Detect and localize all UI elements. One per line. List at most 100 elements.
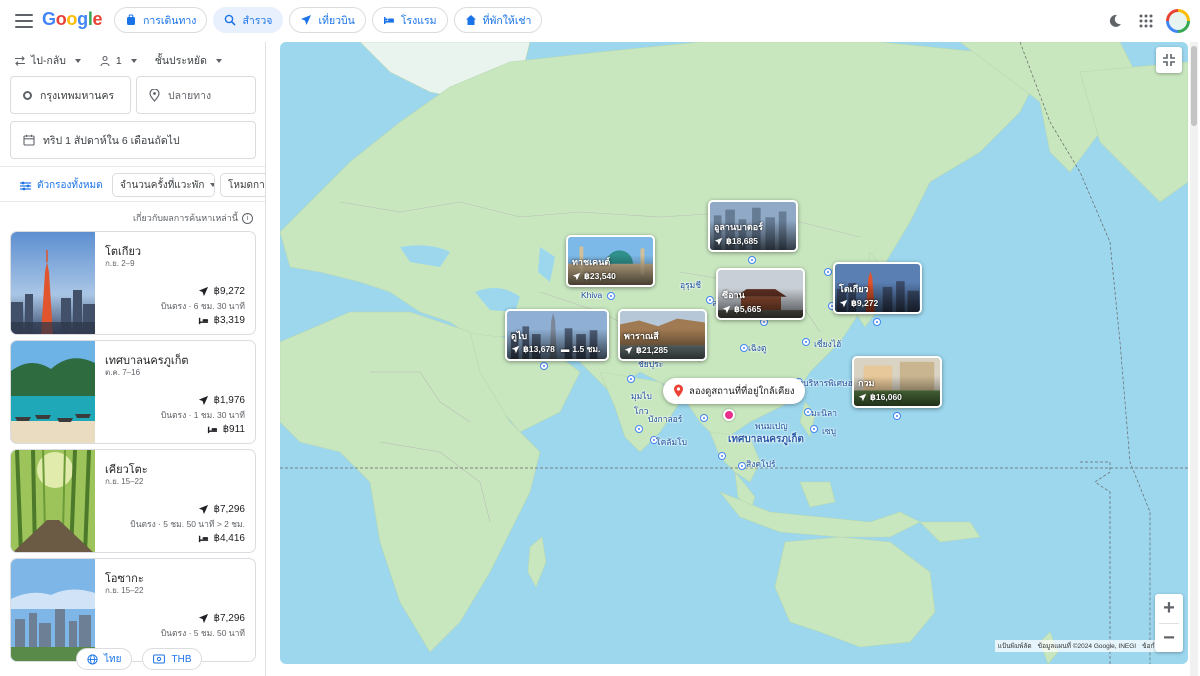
- map-label-goa: โกว: [634, 406, 649, 416]
- trip-type-select[interactable]: ไป-กลับ: [14, 52, 81, 69]
- nearby-places-tooltip[interactable]: ลองดูสถานที่ที่อยู่ใกล้เคียง: [663, 378, 805, 404]
- hotel-icon: [198, 535, 208, 543]
- map-card-name: ทาชเคนต์: [572, 257, 611, 267]
- osaka-photo: [11, 559, 95, 661]
- nav-hotels[interactable]: โรงแรม: [371, 7, 448, 33]
- result-card[interactable]: เทศบาลนครภูเก็ต ต.ค. 7–16 ฿1,976 บินตรง …: [10, 340, 256, 444]
- result-card[interactable]: โตเกียว ก.ย. 2–9 ฿9,272 บินตรง · 6 ชม. 3…: [10, 231, 256, 335]
- map-card-xian[interactable]: ซีอาน ฿5,665: [716, 268, 805, 320]
- nav-rentals[interactable]: ที่พักให้เช่า: [453, 7, 543, 33]
- map-pin[interactable]: [802, 338, 810, 346]
- map-card-tokyo[interactable]: โตเกียว ฿9,272: [833, 262, 922, 314]
- globe-icon: [87, 653, 98, 665]
- phuket-photo: [11, 341, 95, 443]
- map-pin[interactable]: [738, 462, 746, 470]
- travel-bag-icon: [127, 14, 135, 25]
- scrollbar-thumb[interactable]: [1191, 46, 1197, 126]
- about-results-link[interactable]: เกี่ยวกับผลการค้นหาเหล่านี้ i: [133, 211, 253, 225]
- map-pin[interactable]: [810, 425, 818, 433]
- flight-icon: [714, 237, 723, 246]
- dark-mode-icon[interactable]: [1106, 12, 1124, 30]
- stops-filter-label: จำนวนครั้งที่แวะพัก: [120, 179, 205, 191]
- zoom-out-button[interactable]: −: [1155, 624, 1183, 653]
- flight-icon: [198, 286, 208, 297]
- map-pin[interactable]: [540, 362, 548, 370]
- map-card-price: ฿21,285: [624, 345, 668, 356]
- date-range-field[interactable]: ทริป 1 สัปดาห์ใน 6 เดือนถัดไป: [10, 121, 256, 159]
- map-pin[interactable]: [824, 268, 832, 276]
- exit-fullscreen-button[interactable]: [1156, 47, 1182, 73]
- map-card-name: ซีอาน: [722, 290, 745, 300]
- map-label-manila: มะนิลา: [811, 408, 837, 418]
- map-pin[interactable]: [718, 452, 726, 460]
- nav-travel[interactable]: การเดินทาง: [114, 7, 208, 33]
- mode-filter[interactable]: โหมดการเ: [220, 173, 265, 197]
- map-card-varanasi[interactable]: พาราณสี ฿21,285: [618, 309, 707, 361]
- swap-arrows-icon: [15, 55, 25, 66]
- currency-label: THB: [171, 653, 192, 665]
- explore-map[interactable]: แป้นพิมพ์ลัด ข้อมูลแผนที่ ©2024 Google, …: [280, 42, 1188, 664]
- stops-filter[interactable]: จำนวนครั้งที่แวะพัก: [112, 173, 215, 197]
- page-scrollbar[interactable]: [1190, 42, 1198, 676]
- map-label-colombo: โคลัมโบ: [656, 437, 688, 447]
- passengers-count: 1: [115, 54, 122, 67]
- cabin-select[interactable]: ชั้นประหยัด: [155, 52, 222, 69]
- zoom-in-button[interactable]: +: [1155, 594, 1183, 623]
- google-logo[interactable]: Google: [42, 9, 103, 30]
- result-card[interactable]: เคียวโตะ ก.ย. 15–22 ฿7,296 บินตรง · 5 ชม…: [10, 449, 256, 553]
- world-map: [280, 42, 1188, 664]
- map-pin[interactable]: [748, 256, 756, 264]
- map-card-price-value: ฿16,060: [870, 392, 902, 402]
- hotel-icon: [383, 17, 394, 24]
- nav-travel-label: การเดินทาง: [143, 14, 197, 27]
- map-card-price-value: ฿9,272: [851, 298, 879, 308]
- destination-placeholder: ปลายทาง: [168, 89, 212, 102]
- location-pin-icon: [674, 384, 683, 397]
- passengers-select[interactable]: 1: [99, 52, 137, 69]
- apps-grid-icon[interactable]: [1137, 12, 1155, 30]
- hotel-icon: [198, 317, 208, 325]
- nearby-places-label: ลองดูสถานที่ที่อยู่ใกล้เคียง: [689, 385, 795, 397]
- main-menu-icon[interactable]: [14, 11, 34, 31]
- nav-flights[interactable]: เที่ยวบิน: [289, 7, 366, 33]
- stops-caret-icon: [210, 183, 214, 187]
- map-pin[interactable]: [635, 425, 643, 433]
- home-icon: [465, 15, 476, 25]
- keyboard-shortcuts-link[interactable]: แป้นพิมพ์ลัด: [998, 641, 1032, 651]
- map-pin[interactable]: [740, 344, 748, 352]
- kyoto-bamboo-photo: [11, 450, 95, 552]
- map-pin[interactable]: [873, 318, 881, 326]
- destination-field[interactable]: ปลายทาง: [136, 76, 256, 114]
- map-card-guam[interactable]: กวม ฿16,060: [852, 356, 942, 408]
- map-label-cebu: เซบู: [822, 426, 837, 436]
- origin-field[interactable]: กรุงเทพมหานคร: [10, 76, 131, 114]
- map-pin[interactable]: [607, 292, 615, 300]
- language-button[interactable]: ไทย: [76, 648, 133, 670]
- nav-flights-label: เที่ยวบิน: [318, 14, 355, 27]
- map-card-ulaanbaatar[interactable]: อูลานบาตอร์ ฿18,685: [708, 200, 798, 252]
- account-avatar[interactable]: [1166, 9, 1190, 33]
- result-dates: ก.ย. 15–22: [105, 477, 144, 486]
- currency-button[interactable]: THB: [142, 648, 203, 670]
- origin-location-marker[interactable]: [723, 409, 735, 421]
- map-card-price-value: ฿13,678: [523, 343, 555, 354]
- map-card-tashkent[interactable]: ทาชเคนต์ ฿23,540: [566, 235, 655, 287]
- hotel-price: ฿4,416: [198, 533, 245, 544]
- flight-icon: [301, 15, 312, 25]
- nav-explore[interactable]: สำรวจ: [213, 7, 284, 33]
- all-filters-button[interactable]: ตัวกรองทั้งหมด: [20, 178, 103, 193]
- map-label-phnom-penh: พนมเปญ: [755, 421, 788, 431]
- map-pin[interactable]: [700, 414, 708, 422]
- passengers-caret-icon: [130, 58, 137, 63]
- hotel-price-value: ฿3,319: [213, 315, 245, 326]
- flight-icon: [198, 395, 208, 406]
- flight-icon: [198, 613, 208, 624]
- map-card-dubai[interactable]: ดูไบ ฿13,678 ▬ 1.5 ชม.: [505, 309, 609, 361]
- origin-value: กรุงเทพมหานคร: [40, 89, 115, 102]
- map-pin[interactable]: [627, 375, 635, 383]
- trip-type-caret-icon: [74, 58, 81, 63]
- map-card-price: ฿13,678 ▬ 1.5 ชม.: [511, 342, 600, 356]
- map-pin[interactable]: [893, 412, 901, 420]
- trip-type-label: ไป-กลับ: [31, 55, 66, 67]
- result-card[interactable]: โอซากะ ก.ย. 15–22 ฿7,296 บินตรง · 5 ชม. …: [10, 558, 256, 662]
